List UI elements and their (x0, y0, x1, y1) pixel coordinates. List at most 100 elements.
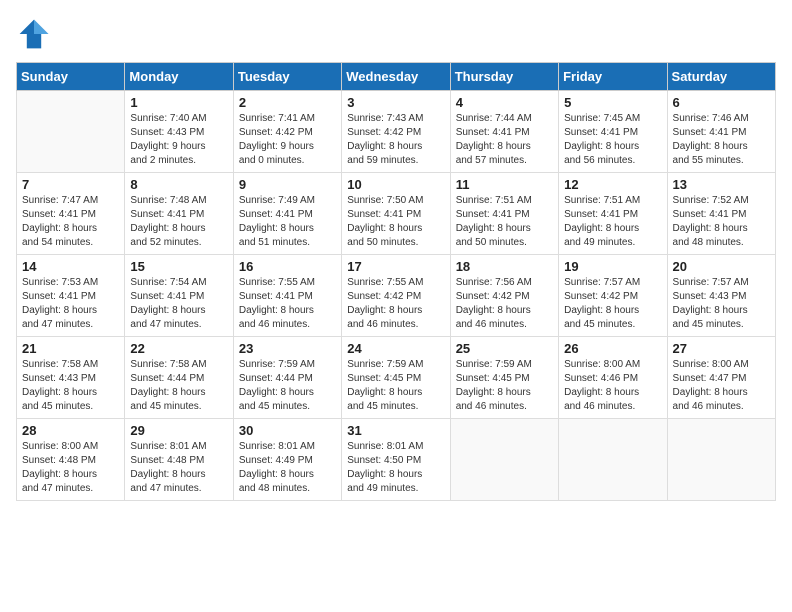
calendar-cell: 1 Sunrise: 7:40 AM Sunset: 4:43 PM Daylig… (125, 91, 233, 173)
day-number: 21 (22, 341, 119, 356)
cell-info: Sunrise: 7:50 AM Sunset: 4:41 PM Dayligh… (347, 194, 444, 250)
cell-info: Sunrise: 8:01 AM Sunset: 4:50 PM Dayligh… (347, 440, 444, 496)
calendar-week-row: 7 Sunrise: 7:47 AM Sunset: 4:41 PM Daylig… (17, 173, 776, 255)
calendar-cell: 16 Sunrise: 7:55 AM Sunset: 4:41 PM Dayli… (233, 255, 341, 337)
cell-info: Sunrise: 8:01 AM Sunset: 4:49 PM Dayligh… (239, 440, 336, 496)
page-header (16, 16, 776, 52)
calendar-cell: 17 Sunrise: 7:55 AM Sunset: 4:42 PM Dayli… (342, 255, 450, 337)
day-number: 6 (673, 95, 770, 110)
day-number: 12 (564, 177, 661, 192)
cell-info: Sunrise: 7:51 AM Sunset: 4:41 PM Dayligh… (456, 194, 553, 250)
calendar-cell: 5 Sunrise: 7:45 AM Sunset: 4:41 PM Daylig… (559, 91, 667, 173)
day-header-thursday: Thursday (450, 63, 558, 91)
cell-info: Sunrise: 8:00 AM Sunset: 4:47 PM Dayligh… (673, 358, 770, 414)
calendar-cell: 15Sunrise: 7:54 AM Sunset: 4:41 PM Dayli… (125, 255, 233, 337)
cell-info: Sunrise: 8:01 AM Sunset: 4:48 PM Dayligh… (130, 440, 227, 496)
calendar-cell: 11 Sunrise: 7:51 AM Sunset: 4:41 PM Dayli… (450, 173, 558, 255)
cell-info: Sunrise: 7:49 AM Sunset: 4:41 PM Dayligh… (239, 194, 336, 250)
day-header-sunday: Sunday (17, 63, 125, 91)
day-number: 11 (456, 177, 553, 192)
cell-info: Sunrise: 7:59 AM Sunset: 4:44 PM Dayligh… (239, 358, 336, 414)
day-number: 28 (22, 423, 119, 438)
day-number: 29 (130, 423, 227, 438)
cell-info: Sunrise: 8:00 AM Sunset: 4:48 PM Dayligh… (22, 440, 119, 496)
day-number: 17 (347, 259, 444, 274)
calendar-cell: 3 Sunrise: 7:43 AM Sunset: 4:42 PM Daylig… (342, 91, 450, 173)
cell-info: Sunrise: 7:57 AM Sunset: 4:42 PM Dayligh… (564, 276, 661, 332)
day-number: 9 (239, 177, 336, 192)
calendar-cell: 27 Sunrise: 8:00 AM Sunset: 4:47 PM Dayli… (667, 337, 775, 419)
logo (16, 16, 56, 52)
day-number: 24 (347, 341, 444, 356)
calendar-cell (450, 419, 558, 501)
cell-info: Sunrise: 7:40 AM Sunset: 4:43 PM Dayligh… (130, 112, 227, 168)
calendar-week-row: 28 Sunrise: 8:00 AM Sunset: 4:48 PM Dayli… (17, 419, 776, 501)
logo-icon (16, 16, 52, 52)
calendar-cell: 31 Sunrise: 8:01 AM Sunset: 4:50 PM Dayli… (342, 419, 450, 501)
cell-info: Sunrise: 7:51 AM Sunset: 4:41 PM Dayligh… (564, 194, 661, 250)
cell-info: Sunrise: 7:52 AM Sunset: 4:41 PM Dayligh… (673, 194, 770, 250)
calendar-body: 1 Sunrise: 7:40 AM Sunset: 4:43 PM Daylig… (17, 91, 776, 501)
day-number: 5 (564, 95, 661, 110)
cell-info: Sunrise: 7:59 AM Sunset: 4:45 PM Dayligh… (456, 358, 553, 414)
cell-info: Sunrise: 7:41 AM Sunset: 4:42 PM Dayligh… (239, 112, 336, 168)
calendar-table: SundayMondayTuesdayWednesdayThursdayFrid… (16, 62, 776, 501)
day-header-saturday: Saturday (667, 63, 775, 91)
day-number: 14 (22, 259, 119, 274)
cell-info: Sunrise: 7:53 AM Sunset: 4:41 PM Dayligh… (22, 276, 119, 332)
day-number: 18 (456, 259, 553, 274)
day-number: 30 (239, 423, 336, 438)
day-number: 31 (347, 423, 444, 438)
calendar-cell: 9 Sunrise: 7:49 AM Sunset: 4:41 PM Daylig… (233, 173, 341, 255)
calendar-cell: 12 Sunrise: 7:51 AM Sunset: 4:41 PM Dayli… (559, 173, 667, 255)
day-header-tuesday: Tuesday (233, 63, 341, 91)
day-number: 13 (673, 177, 770, 192)
calendar-cell: 10 Sunrise: 7:50 AM Sunset: 4:41 PM Dayli… (342, 173, 450, 255)
calendar-cell: 23Sunrise: 7:59 AM Sunset: 4:44 PM Dayli… (233, 337, 341, 419)
day-number: 8 (130, 177, 227, 192)
cell-info: Sunrise: 7:58 AM Sunset: 4:44 PM Dayligh… (130, 358, 227, 414)
cell-info: Sunrise: 7:46 AM Sunset: 4:41 PM Dayligh… (673, 112, 770, 168)
calendar-week-row: 14 Sunrise: 7:53 AM Sunset: 4:41 PM Dayli… (17, 255, 776, 337)
day-header-monday: Monday (125, 63, 233, 91)
calendar-cell (17, 91, 125, 173)
day-number: 27 (673, 341, 770, 356)
day-number: 10 (347, 177, 444, 192)
calendar-cell: 21Sunrise: 7:58 AM Sunset: 4:43 PM Dayli… (17, 337, 125, 419)
day-number: 19 (564, 259, 661, 274)
day-number: 1 (130, 95, 227, 110)
calendar-cell: 14 Sunrise: 7:53 AM Sunset: 4:41 PM Dayli… (17, 255, 125, 337)
calendar-cell: 13 Sunrise: 7:52 AM Sunset: 4:41 PM Dayli… (667, 173, 775, 255)
cell-info: Sunrise: 7:56 AM Sunset: 4:42 PM Dayligh… (456, 276, 553, 332)
calendar-cell (559, 419, 667, 501)
calendar-cell: 6 Sunrise: 7:46 AM Sunset: 4:41 PM Daylig… (667, 91, 775, 173)
cell-info: Sunrise: 7:54 AM Sunset: 4:41 PM Dayligh… (130, 276, 227, 332)
cell-info: Sunrise: 7:48 AM Sunset: 4:41 PM Dayligh… (130, 194, 227, 250)
cell-info: Sunrise: 7:43 AM Sunset: 4:42 PM Dayligh… (347, 112, 444, 168)
day-number: 7 (22, 177, 119, 192)
cell-info: Sunrise: 7:47 AM Sunset: 4:41 PM Dayligh… (22, 194, 119, 250)
calendar-cell: 8 Sunrise: 7:48 AM Sunset: 4:41 PM Daylig… (125, 173, 233, 255)
cell-info: Sunrise: 7:55 AM Sunset: 4:42 PM Dayligh… (347, 276, 444, 332)
calendar-cell: 20 Sunrise: 7:57 AM Sunset: 4:43 PM Dayli… (667, 255, 775, 337)
calendar-cell: 2Sunrise: 7:41 AM Sunset: 4:42 PM Daylig… (233, 91, 341, 173)
calendar-cell: 30 Sunrise: 8:01 AM Sunset: 4:49 PM Dayli… (233, 419, 341, 501)
calendar-cell (667, 419, 775, 501)
calendar-cell: 26Sunrise: 8:00 AM Sunset: 4:46 PM Dayli… (559, 337, 667, 419)
day-number: 3 (347, 95, 444, 110)
cell-info: Sunrise: 7:55 AM Sunset: 4:41 PM Dayligh… (239, 276, 336, 332)
day-header-friday: Friday (559, 63, 667, 91)
calendar-cell: 25Sunrise: 7:59 AM Sunset: 4:45 PM Dayli… (450, 337, 558, 419)
calendar-cell: 29 Sunrise: 8:01 AM Sunset: 4:48 PM Dayli… (125, 419, 233, 501)
day-number: 16 (239, 259, 336, 274)
cell-info: Sunrise: 7:57 AM Sunset: 4:43 PM Dayligh… (673, 276, 770, 332)
day-number: 22 (130, 341, 227, 356)
cell-info: Sunrise: 8:00 AM Sunset: 4:46 PM Dayligh… (564, 358, 661, 414)
day-header-wednesday: Wednesday (342, 63, 450, 91)
calendar-header-row: SundayMondayTuesdayWednesdayThursdayFrid… (17, 63, 776, 91)
cell-info: Sunrise: 7:45 AM Sunset: 4:41 PM Dayligh… (564, 112, 661, 168)
calendar-cell: 24Sunrise: 7:59 AM Sunset: 4:45 PM Dayli… (342, 337, 450, 419)
calendar-week-row: 21Sunrise: 7:58 AM Sunset: 4:43 PM Dayli… (17, 337, 776, 419)
cell-info: Sunrise: 7:44 AM Sunset: 4:41 PM Dayligh… (456, 112, 553, 168)
day-number: 20 (673, 259, 770, 274)
